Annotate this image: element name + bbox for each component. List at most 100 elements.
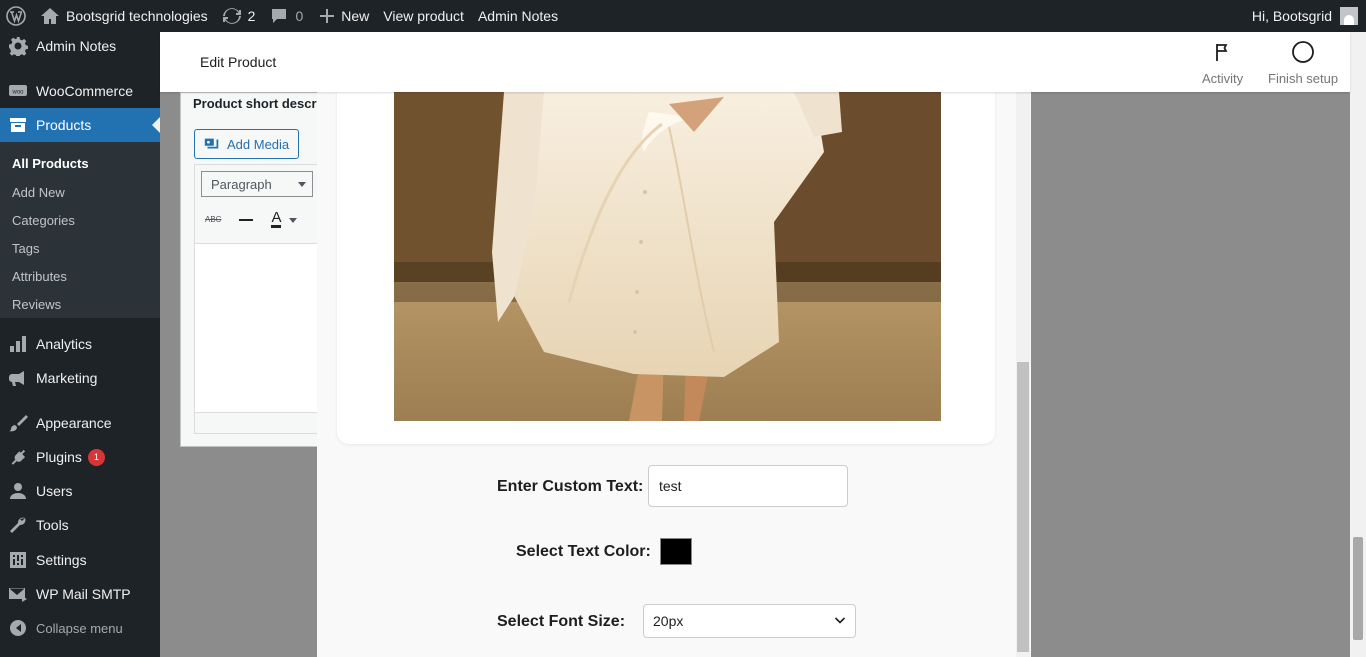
admin-notes-label: Admin Notes	[477, 8, 559, 24]
submenu-tags[interactable]: Tags	[12, 241, 39, 256]
product-image-card	[337, 92, 995, 444]
format-select[interactable]: Paragraph	[201, 171, 313, 197]
admin-bar: Bootsgrid technologies 2 0 New View prod…	[0, 0, 1366, 32]
gear-icon	[0, 36, 36, 56]
view-product-label: View product	[383, 8, 464, 24]
plugins-update-badge: 1	[87, 448, 105, 466]
megaphone-icon	[0, 368, 36, 388]
sidebar-item-tools[interactable]: Tools	[0, 508, 160, 542]
activity-button[interactable]: Activity	[1202, 40, 1243, 86]
text-color-label: Select Text Color:	[516, 543, 651, 560]
collapse-menu-label: Collapse menu	[36, 620, 123, 636]
sidebar-item-label: Tools	[36, 517, 69, 533]
font-size-label: Select Font Size:	[497, 613, 626, 630]
sidebar-item-users[interactable]: Users	[0, 474, 160, 508]
new-label: New	[341, 8, 370, 24]
brush-icon	[0, 413, 36, 433]
text-color-picker[interactable]	[660, 538, 692, 565]
editor-content-area[interactable]	[195, 243, 320, 413]
sidebar-item-label: Settings	[36, 552, 87, 568]
flag-icon	[1211, 40, 1235, 64]
sidebar-item-label: Appearance	[36, 415, 112, 431]
finish-setup-button[interactable]: Finish setup	[1268, 40, 1338, 86]
short-description-box: Product short descr Add Media Paragraph …	[180, 92, 321, 447]
custom-text-label: Enter Custom Text:	[497, 478, 644, 495]
product-image	[394, 92, 941, 421]
page-scrollbar[interactable]	[1350, 32, 1366, 657]
chevron-down-icon	[298, 182, 306, 191]
caret-down-icon	[289, 217, 298, 227]
sidebar-item-settings[interactable]: Settings	[0, 543, 160, 577]
font-size-value: 20px	[653, 613, 684, 629]
plus-icon	[317, 6, 337, 26]
woocommerce-header: Edit Product Activity Finish setup	[160, 32, 1350, 92]
add-media-label: Add Media	[227, 136, 290, 152]
page-scrollbar-thumb[interactable]	[1353, 537, 1363, 640]
sidebar-item-appearance[interactable]: Appearance	[0, 406, 160, 440]
user-icon	[0, 481, 36, 501]
view-product-link[interactable]: View product	[376, 0, 471, 32]
modal-scrollbar[interactable]	[1016, 92, 1030, 657]
settings-icon	[0, 550, 36, 570]
sidebar-item-label: WooCommerce	[36, 83, 133, 99]
sidebar-item-analytics[interactable]: Analytics	[0, 327, 160, 361]
comments-link[interactable]: 0	[262, 0, 310, 32]
progress-circle-icon	[1291, 40, 1315, 64]
horizontal-line-icon[interactable]	[239, 218, 254, 221]
font-size-select[interactable]: 20px	[643, 604, 856, 638]
page-title: Edit Product	[200, 54, 277, 70]
submenu-reviews[interactable]: Reviews	[12, 297, 61, 312]
sidebar-item-products[interactable]: Products	[0, 108, 160, 142]
modal-scrollbar-thumb[interactable]	[1017, 362, 1029, 652]
submenu-categories[interactable]: Categories	[12, 213, 75, 228]
woo-icon: woo	[0, 81, 36, 101]
add-media-button[interactable]: Add Media	[194, 129, 299, 159]
account-menu[interactable]: Hi, Bootsgrid	[1252, 0, 1358, 32]
submenu-all-products[interactable]: All Products	[12, 156, 89, 171]
custom-text-input[interactable]: test	[648, 465, 848, 507]
refresh-icon	[222, 6, 242, 26]
custom-text-value: test	[659, 478, 682, 494]
site-name-link[interactable]: Bootsgrid technologies	[33, 0, 215, 32]
submenu-attributes[interactable]: Attributes	[12, 269, 67, 284]
new-content-link[interactable]: New	[310, 0, 376, 32]
collapse-icon	[0, 620, 36, 636]
strikethrough-icon[interactable]: ABC	[205, 215, 221, 224]
submenu-add-new[interactable]: Add New	[12, 185, 65, 200]
sidebar-item-plugins[interactable]: Plugins 1	[0, 440, 160, 474]
activity-label: Activity	[1202, 71, 1244, 86]
finish-setup-label: Finish setup	[1268, 71, 1339, 86]
chevron-down-icon	[834, 617, 846, 624]
wordpress-icon	[6, 6, 26, 26]
sidebar-item-admin-notes[interactable]: Admin Notes	[0, 29, 160, 63]
sidebar-item-woocommerce[interactable]: woo WooCommerce	[0, 74, 160, 108]
short-description-label: Product short descr	[193, 96, 317, 111]
collapse-menu-button[interactable]: Collapse menu	[0, 611, 160, 645]
sidebar-item-marketing[interactable]: Marketing	[0, 361, 160, 395]
archive-icon	[0, 115, 36, 135]
wrench-icon	[0, 515, 36, 535]
site-name: Bootsgrid technologies	[66, 8, 208, 24]
admin-notes-link[interactable]: Admin Notes	[471, 0, 565, 32]
comment-icon	[269, 6, 289, 26]
sidebar-item-wp-mail-smtp[interactable]: WP Mail SMTP	[0, 577, 160, 611]
sidebar-item-label: Analytics	[36, 336, 93, 352]
format-select-value: Paragraph	[211, 176, 272, 192]
sidebar-item-label: Products	[36, 117, 92, 133]
product-customizer-modal: Enter Custom Text: test Select Text Colo…	[317, 92, 1031, 657]
editor-toolbar: Paragraph ABC A	[194, 164, 321, 434]
text-color-icon[interactable]: A	[271, 209, 298, 228]
products-submenu: All Products Add New Categories Tags Att…	[0, 142, 160, 318]
svg-text:woo: woo	[11, 90, 24, 96]
greeting: Hi, Bootsgrid	[1251, 8, 1332, 24]
bar-chart-icon	[0, 334, 36, 354]
sidebar-item-label: Plugins	[36, 449, 82, 465]
wordpress-logo-link[interactable]	[0, 0, 33, 32]
plug-icon	[0, 447, 36, 467]
updates-link[interactable]: 2	[215, 0, 263, 32]
text-color-letter: A	[271, 209, 282, 228]
sidebar-item-label: Admin Notes	[36, 38, 117, 54]
sidebar-item-label: Users	[36, 483, 73, 499]
sidebar-item-label: Marketing	[36, 370, 98, 386]
updates-count: 2	[247, 8, 256, 24]
